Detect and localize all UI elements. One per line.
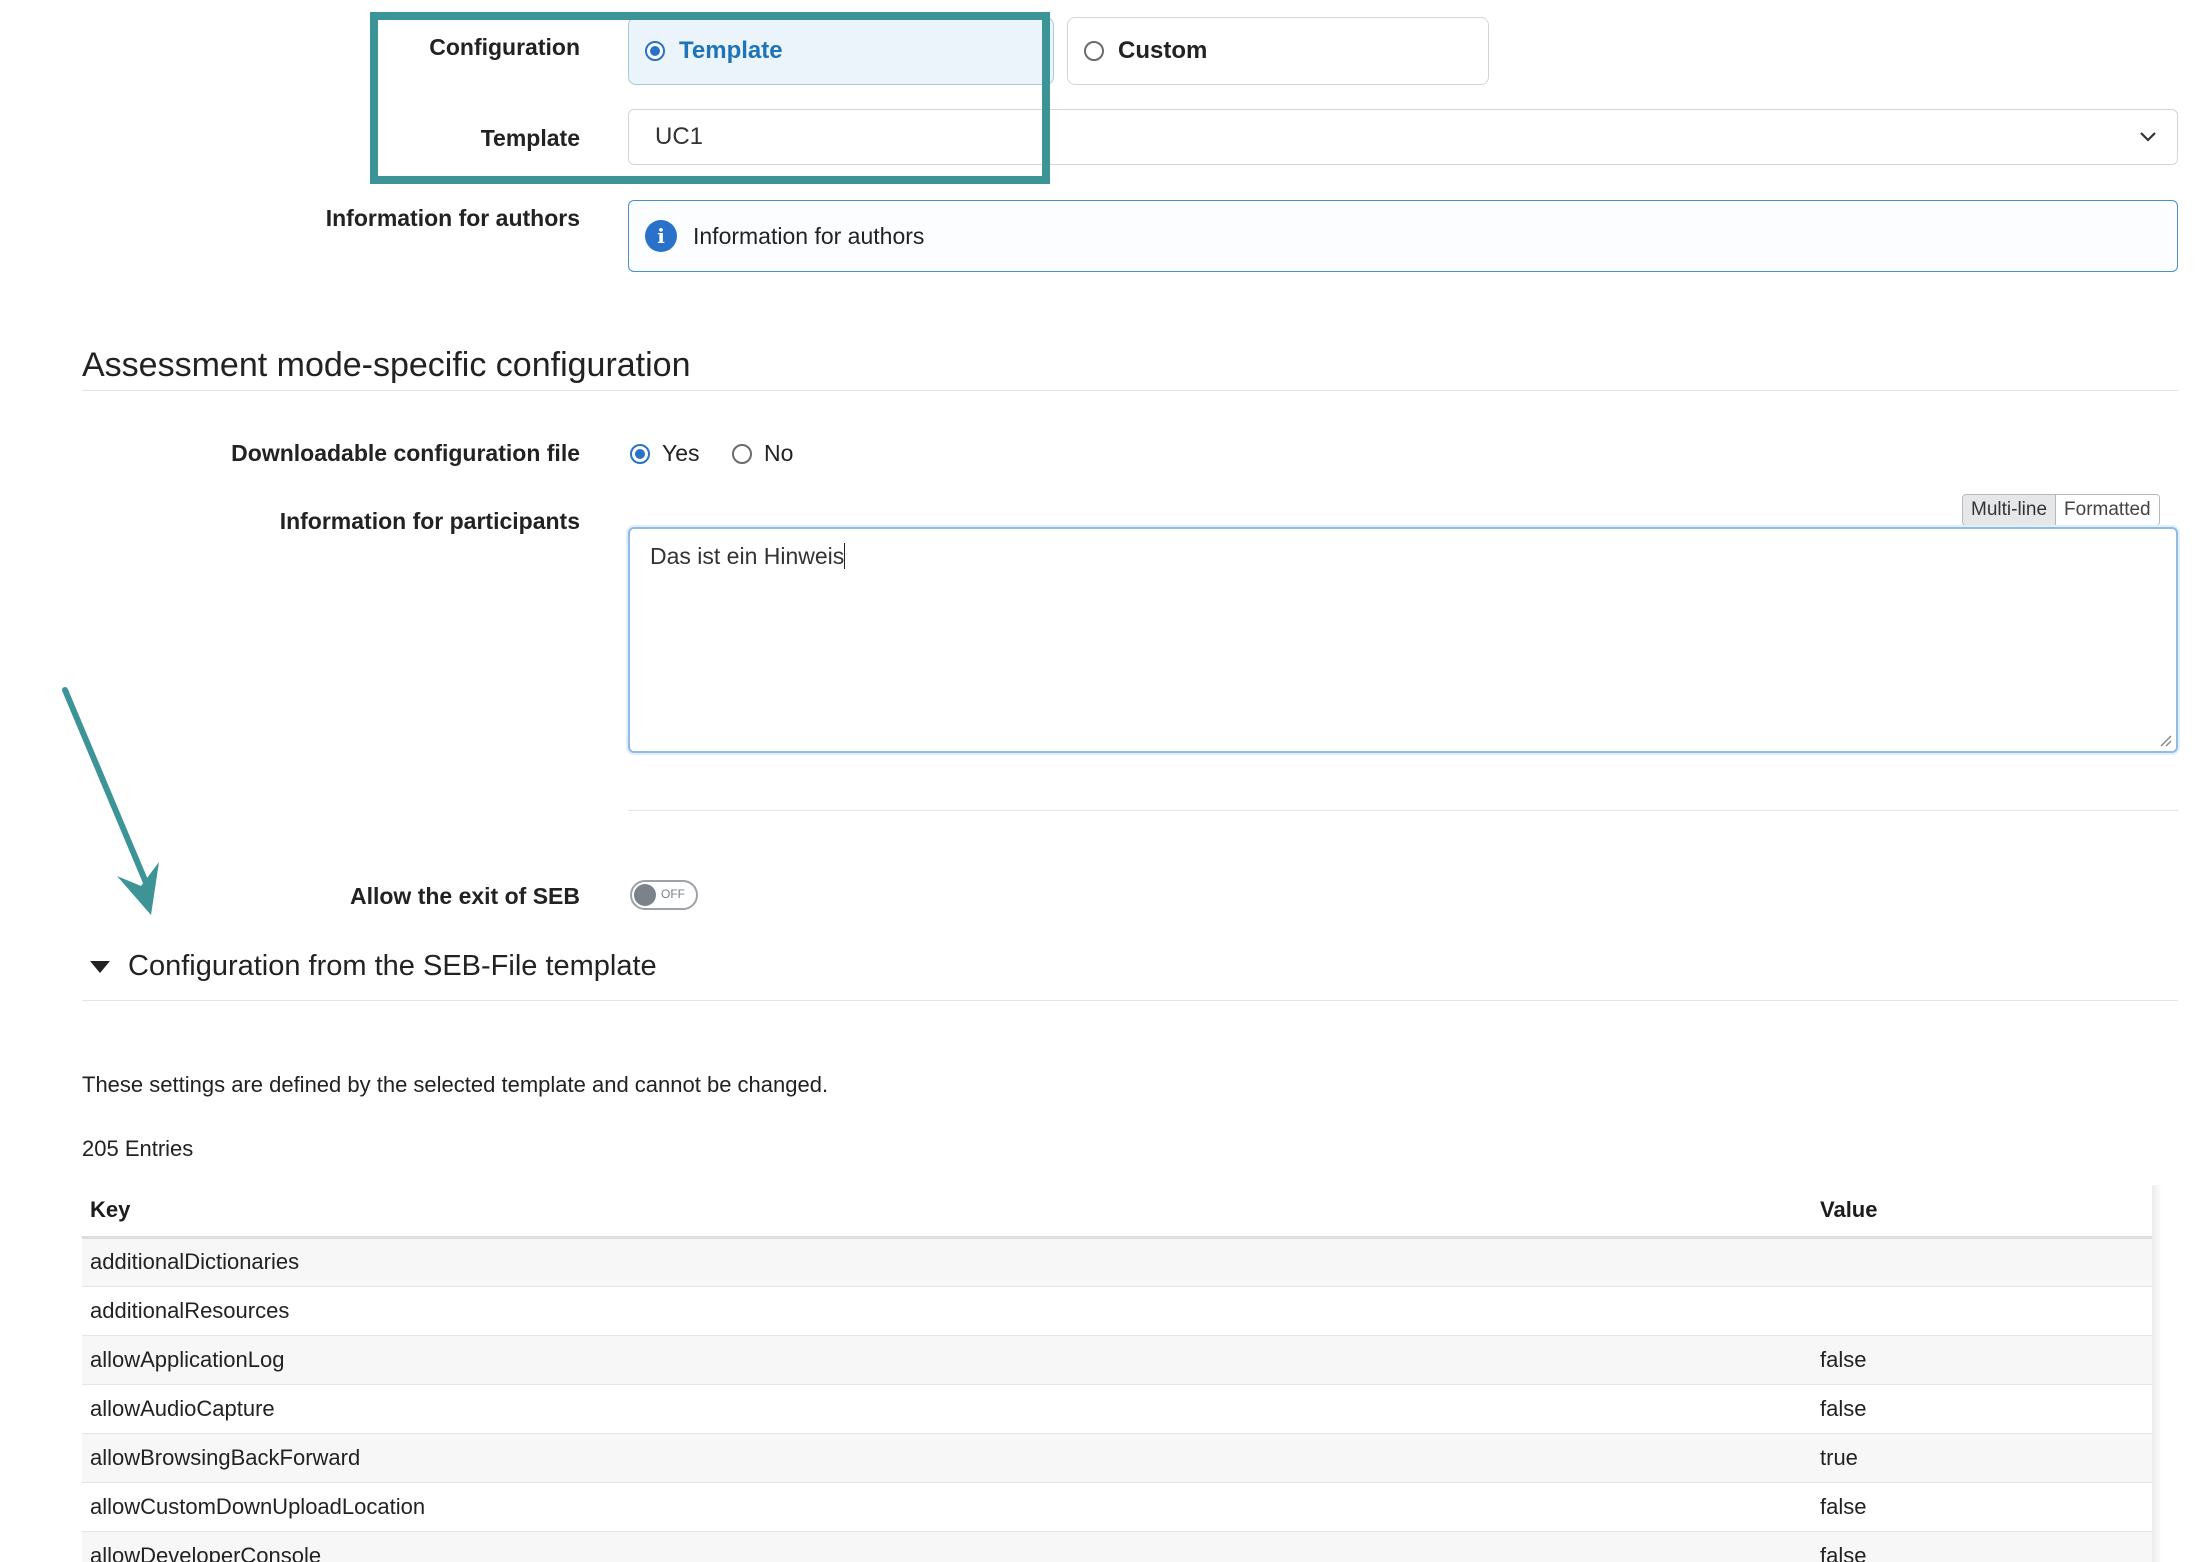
participants-label: Information for participants [279, 508, 580, 534]
mode-formatted-button[interactable]: Formatted [2056, 495, 2159, 525]
download-no-label: No [764, 440, 794, 466]
row-value: false [1812, 1335, 2152, 1385]
row-key: additionalDictionaries [82, 1237, 1812, 1287]
switch-knob [634, 884, 656, 906]
authors-label: Information for authors [325, 205, 580, 231]
download-no[interactable]: No [732, 440, 793, 467]
seb-divider [82, 1000, 2178, 1001]
seb-template-note: These settings are defined by the select… [82, 1072, 829, 1097]
row-key: additionalResources [82, 1286, 1812, 1336]
participants-divider [628, 810, 2178, 811]
row-value: true [1812, 1433, 2152, 1483]
row-value: false [1812, 1384, 2152, 1434]
highlight-frame [370, 12, 1050, 184]
participants-text: Das ist ein Hinweis [650, 543, 845, 569]
assessment-section-title: Assessment mode-specific configuration [82, 346, 691, 384]
download-no-radio[interactable] [732, 443, 752, 464]
column-header-value[interactable]: Value [1812, 1185, 2152, 1239]
entries-count: 205 Entries [82, 1136, 194, 1161]
row-key: allowApplicationLog [82, 1335, 1812, 1385]
resize-handle-icon[interactable] [2158, 733, 2172, 747]
caret-down-icon [90, 960, 110, 973]
authors-info-box: i Information for authors [628, 200, 2178, 272]
row-key: allowBrowsingBackForward [82, 1433, 1812, 1483]
config-option-custom-label: Custom [1118, 37, 1208, 64]
column-header-key[interactable]: Key [82, 1185, 1812, 1239]
table-row: allowDeveloperConsole false [82, 1531, 2152, 1562]
mode-multiline-button[interactable]: Multi-line [1963, 495, 2057, 525]
info-icon: i [645, 220, 677, 252]
download-yes-radio[interactable] [630, 443, 650, 464]
download-yes-label: Yes [662, 440, 700, 466]
chevron-down-icon [2140, 132, 2156, 142]
table-header-row: Key Value [82, 1185, 2152, 1239]
row-value: false [1812, 1531, 2152, 1562]
row-value: false [1812, 1482, 2152, 1532]
text-caret [844, 543, 846, 569]
download-yes[interactable]: Yes [630, 440, 700, 467]
table-row: allowAudioCapture false [82, 1384, 2152, 1434]
table-row: allowCustomDownUploadLocation false [82, 1482, 2152, 1532]
arrow-annotation-icon [62, 687, 159, 915]
section-divider [82, 390, 2178, 391]
switch-state: OFF [661, 887, 685, 901]
table-row: allowApplicationLog false [82, 1335, 2152, 1385]
table-row: additionalResources [82, 1286, 2152, 1336]
seb-template-toggle[interactable]: Configuration from the SEB-File template [90, 950, 657, 983]
row-key: allowDeveloperConsole [82, 1531, 1812, 1562]
authors-info-text: Information for authors [693, 222, 925, 249]
config-option-custom[interactable]: Custom [1067, 17, 1489, 85]
seb-template-title: Configuration from the SEB-File template [128, 950, 657, 982]
custom-radio[interactable] [1084, 41, 1104, 61]
row-value [1812, 1237, 2152, 1287]
exit-seb-switch[interactable]: OFF [630, 880, 698, 910]
editor-mode-toggle: Multi-line Formatted [1962, 494, 2160, 526]
participants-textarea[interactable]: Das ist ein Hinweis [628, 527, 2178, 753]
download-label: Downloadable configuration file [231, 440, 580, 466]
row-value [1812, 1286, 2152, 1336]
row-key: allowCustomDownUploadLocation [82, 1482, 1812, 1532]
table-scroll-shadow [2152, 1185, 2162, 1562]
table-row: allowBrowsingBackForward true [82, 1433, 2152, 1483]
seb-settings-table: Key Value additionalDictionaries additio… [82, 1185, 2152, 1562]
table-row: additionalDictionaries [82, 1237, 2152, 1287]
row-key: allowAudioCapture [82, 1384, 1812, 1434]
